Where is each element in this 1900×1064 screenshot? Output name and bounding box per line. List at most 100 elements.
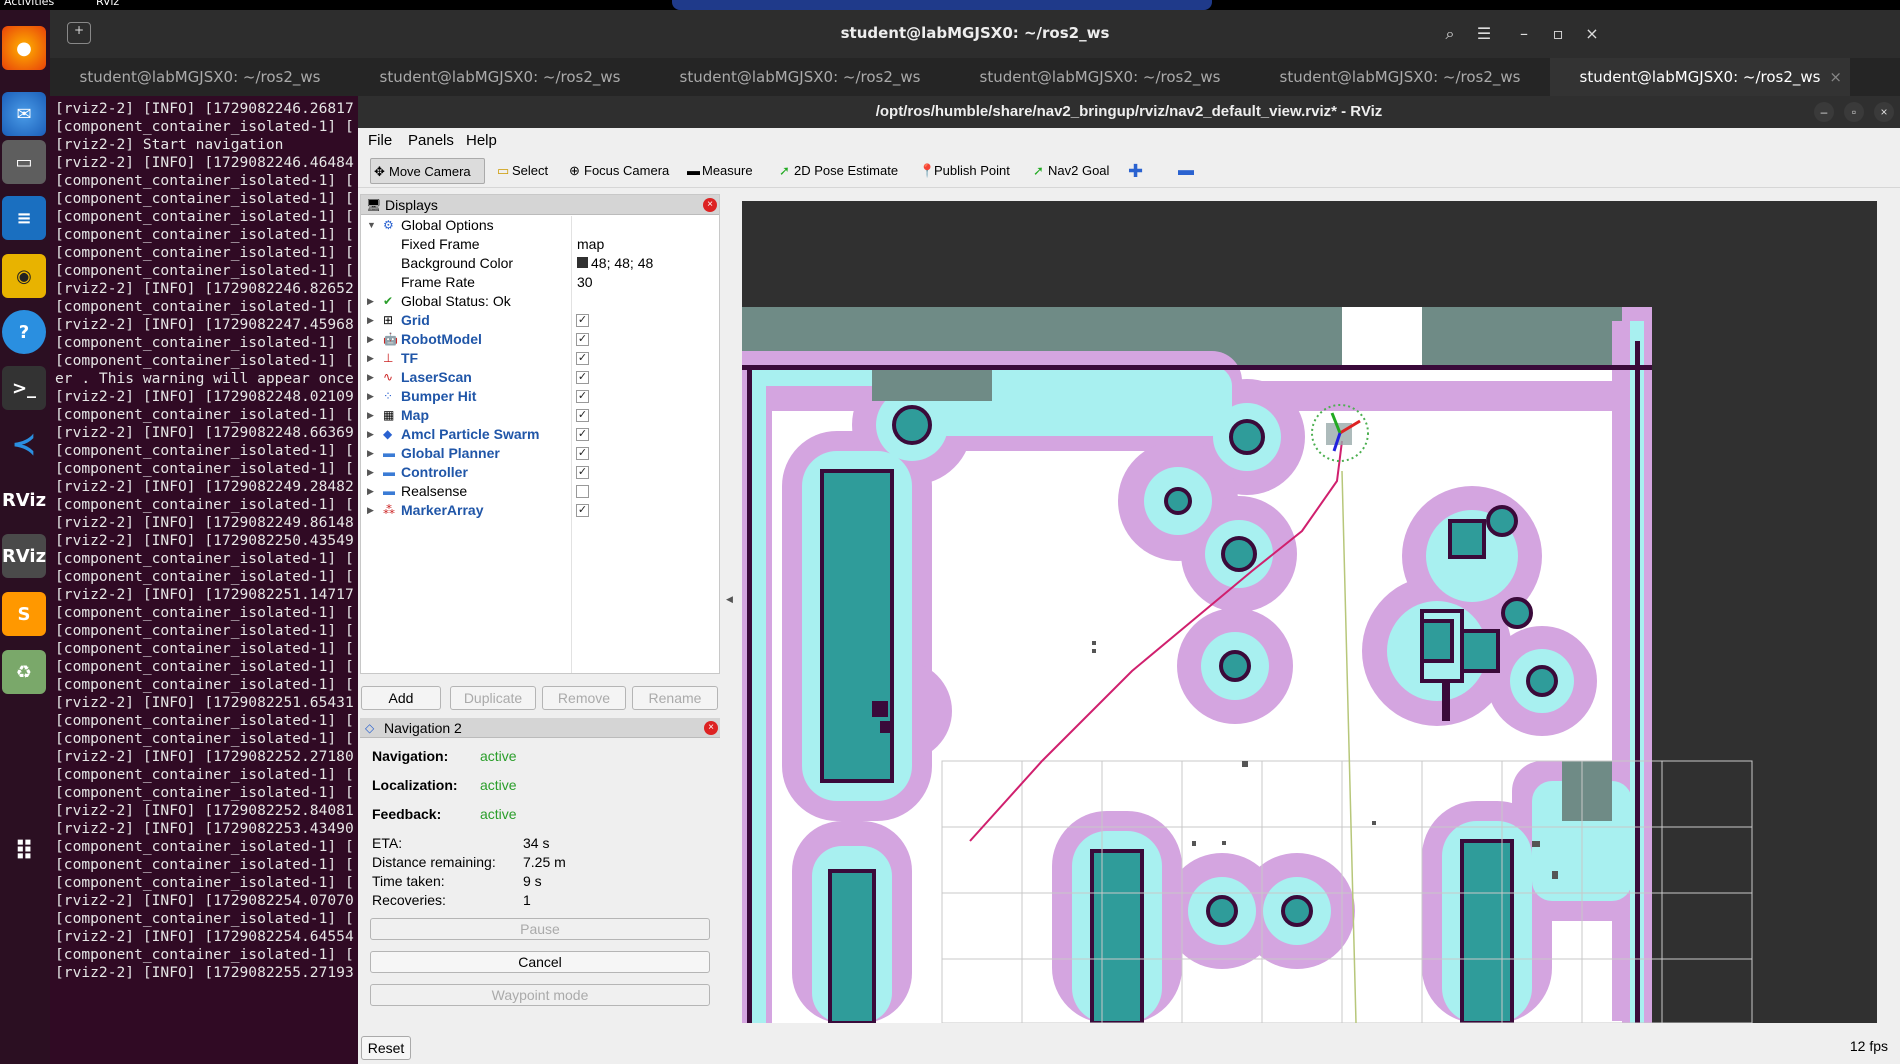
display-bumper-hit[interactable]: ▶ ⁘ Bumper Hit ✓ xyxy=(361,387,719,406)
sublime-icon[interactable]: S xyxy=(2,592,46,636)
app-name-label: RViz xyxy=(96,0,120,8)
help-icon[interactable]: ? xyxy=(2,310,46,354)
display-laserscan[interactable]: ▶ ∿ LaserScan ✓ xyxy=(361,368,719,387)
publish-point-tool[interactable]: 📍 Publish Point xyxy=(916,158,1010,184)
displays-tree: ▼ ⚙ Global Options Fixed Frame map Backgrou… xyxy=(361,216,719,673)
terminal-output[interactable]: [rviz2-2] [INFO] [1729082246.26817 [comp… xyxy=(50,96,370,1064)
focus-camera-tool[interactable]: ⊕ Focus Camera xyxy=(566,158,669,184)
terminal-tab[interactable]: student@labMGJSX0: ~/ros2_ws xyxy=(50,58,350,96)
close-panel-icon[interactable]: × xyxy=(703,198,717,212)
terminal-icon[interactable]: >_ xyxy=(2,366,46,410)
vscode-icon[interactable]: ≺ xyxy=(2,422,46,466)
navigation2-header: ◇ Navigation 2 × xyxy=(360,718,720,738)
menu-bar: File Panels Help xyxy=(358,128,1900,154)
3d-viewport[interactable] xyxy=(742,201,1877,1023)
remove-button[interactable]: Remove xyxy=(542,686,626,710)
expand-arrow-icon[interactable]: ▶ xyxy=(367,292,374,311)
move-camera-tool[interactable]: ✥ Move Camera xyxy=(370,158,485,184)
tool-bar: ✥ Move Camera ▭ Select ⊕ Focus Camera ▬ Meas… xyxy=(358,154,1900,188)
checkbox[interactable]: ✓ xyxy=(576,390,589,403)
display-map[interactable]: ▶ ▦ Map ✓ xyxy=(361,406,719,425)
collapse-arrow-icon[interactable]: ◀ xyxy=(726,594,733,605)
fps-label: 12 fps xyxy=(1849,1038,1888,1054)
terminal-title: student@labMGJSX0: ~/ros2_ws xyxy=(840,24,1110,42)
display-grid[interactable]: ▶ ⊞ Grid ✓ xyxy=(361,311,719,330)
select-tool[interactable]: ▭ Select xyxy=(494,158,548,184)
search-icon[interactable]: ⌕ xyxy=(1436,20,1464,48)
global-options-row[interactable]: ▼ ⚙ Global Options xyxy=(361,216,719,235)
menu-icon[interactable]: ☰ xyxy=(1470,20,1498,48)
checkbox[interactable]: ✓ xyxy=(576,409,589,422)
points-icon: ⁘ xyxy=(383,389,394,403)
maximize-icon[interactable]: ▫ xyxy=(1844,102,1864,122)
display-amcl[interactable]: ▶ ◆ Amcl Particle Swarm ✓ xyxy=(361,425,719,444)
checkbox[interactable]: ✓ xyxy=(576,314,589,327)
close-panel-icon[interactable]: × xyxy=(704,721,718,735)
map-icon: ▦ xyxy=(383,408,395,422)
display-robotmodel[interactable]: ▶ 🤖 RobotModel ✓ xyxy=(361,330,719,349)
menu-panels[interactable]: Panels xyxy=(408,132,454,149)
ruler-icon: ▬ xyxy=(687,163,700,178)
firefox-icon[interactable]: ● xyxy=(2,26,46,70)
panel-splitter[interactable]: ◀ xyxy=(722,194,738,1034)
checkbox[interactable]: ✓ xyxy=(576,352,589,365)
cancel-button[interactable]: Cancel xyxy=(370,951,710,973)
display-realsense[interactable]: ▶ ▬ Realsense xyxy=(361,482,719,501)
checkbox[interactable]: ✓ xyxy=(576,504,589,517)
checkbox[interactable] xyxy=(576,485,589,498)
terminal-tab[interactable]: student@labMGJSX0: ~/ros2_ws xyxy=(350,58,650,96)
rhythmbox-icon[interactable]: ◉ xyxy=(2,254,46,298)
close-icon[interactable]: × xyxy=(1874,102,1894,122)
checkbox[interactable]: ✓ xyxy=(576,371,589,384)
map-canvas[interactable] xyxy=(742,201,1877,1023)
terminal-tab[interactable]: student@labMGJSX0: ~/ros2_ws xyxy=(650,58,950,96)
writer-icon[interactable]: ≡ xyxy=(2,196,46,240)
checkbox[interactable]: ✓ xyxy=(576,428,589,441)
gear-icon: ⚙ xyxy=(383,218,394,232)
minimize-icon[interactable]: – xyxy=(1814,102,1834,122)
display-controller[interactable]: ▶ ▬ Controller ✓ xyxy=(361,463,719,482)
display-global-planner[interactable]: ▶ ▬ Global Planner ✓ xyxy=(361,444,719,463)
occupancy-map xyxy=(742,307,1652,1023)
measure-tool[interactable]: ▬ Measure xyxy=(684,158,753,184)
add-tool-icon[interactable]: ✚ xyxy=(1128,158,1143,184)
waypoint-mode-button[interactable]: Waypoint mode xyxy=(370,984,710,1006)
global-status-row[interactable]: ▶ ✔ Global Status: Ok xyxy=(361,292,719,311)
fixed-frame-row[interactable]: Fixed Frame map xyxy=(361,235,719,254)
close-tab-icon[interactable]: × xyxy=(1829,58,1842,96)
remove-tool-icon[interactable]: ▬ xyxy=(1178,158,1194,184)
terminal-tab[interactable]: student@labMGJSX0: ~/ros2_ws xyxy=(1250,58,1550,96)
activities-label[interactable]: Activities xyxy=(4,0,54,8)
menu-help[interactable]: Help xyxy=(466,132,497,149)
frame-rate-row[interactable]: Frame Rate 30 xyxy=(361,273,719,292)
nav2-goal-tool[interactable]: ➚ Nav2 Goal xyxy=(1030,158,1109,184)
minimize-icon[interactable]: – xyxy=(1510,20,1538,48)
feedback-label: Feedback: xyxy=(372,806,442,822)
menu-file[interactable]: File xyxy=(368,132,392,149)
rename-button[interactable]: Rename xyxy=(632,686,718,710)
localization-label: Localization: xyxy=(372,777,458,793)
pose-estimate-tool[interactable]: ➚ 2D Pose Estimate xyxy=(776,158,898,184)
maximize-icon[interactable]: ▫ xyxy=(1544,20,1572,48)
files-icon[interactable]: ▭ xyxy=(2,140,46,184)
apps-grid-icon[interactable]: ⠿ xyxy=(2,830,46,874)
rviz-icon[interactable]: RViz xyxy=(2,534,46,578)
navigation2-panel: ◇ Navigation 2 × Navigation: active Locali… xyxy=(360,718,720,1064)
pause-button[interactable]: Pause xyxy=(370,918,710,940)
rviz-icon[interactable]: RViz xyxy=(2,478,46,522)
terminal-tab-active[interactable]: student@labMGJSX0: ~/ros2_ws × xyxy=(1550,58,1850,96)
trash-icon[interactable]: ♻ xyxy=(2,650,46,694)
thunderbird-icon[interactable]: ✉ xyxy=(2,92,46,136)
checkbox[interactable]: ✓ xyxy=(576,447,589,460)
background-color-row[interactable]: Background Color 48; 48; 48 xyxy=(361,254,719,273)
display-markerarray[interactable]: ▶ ⁂ MarkerArray ✓ xyxy=(361,501,719,520)
close-icon[interactable]: × xyxy=(1578,20,1606,48)
terminal-tab[interactable]: student@labMGJSX0: ~/ros2_ws xyxy=(950,58,1250,96)
reset-button[interactable]: Reset xyxy=(361,1036,411,1060)
checkbox[interactable]: ✓ xyxy=(576,333,589,346)
expand-arrow-icon[interactable]: ▼ xyxy=(367,216,376,235)
checkbox[interactable]: ✓ xyxy=(576,466,589,479)
duplicate-button[interactable]: Duplicate xyxy=(450,686,536,710)
display-tf[interactable]: ▶ ⊥ TF ✓ xyxy=(361,349,719,368)
add-button[interactable]: Add xyxy=(361,686,441,710)
